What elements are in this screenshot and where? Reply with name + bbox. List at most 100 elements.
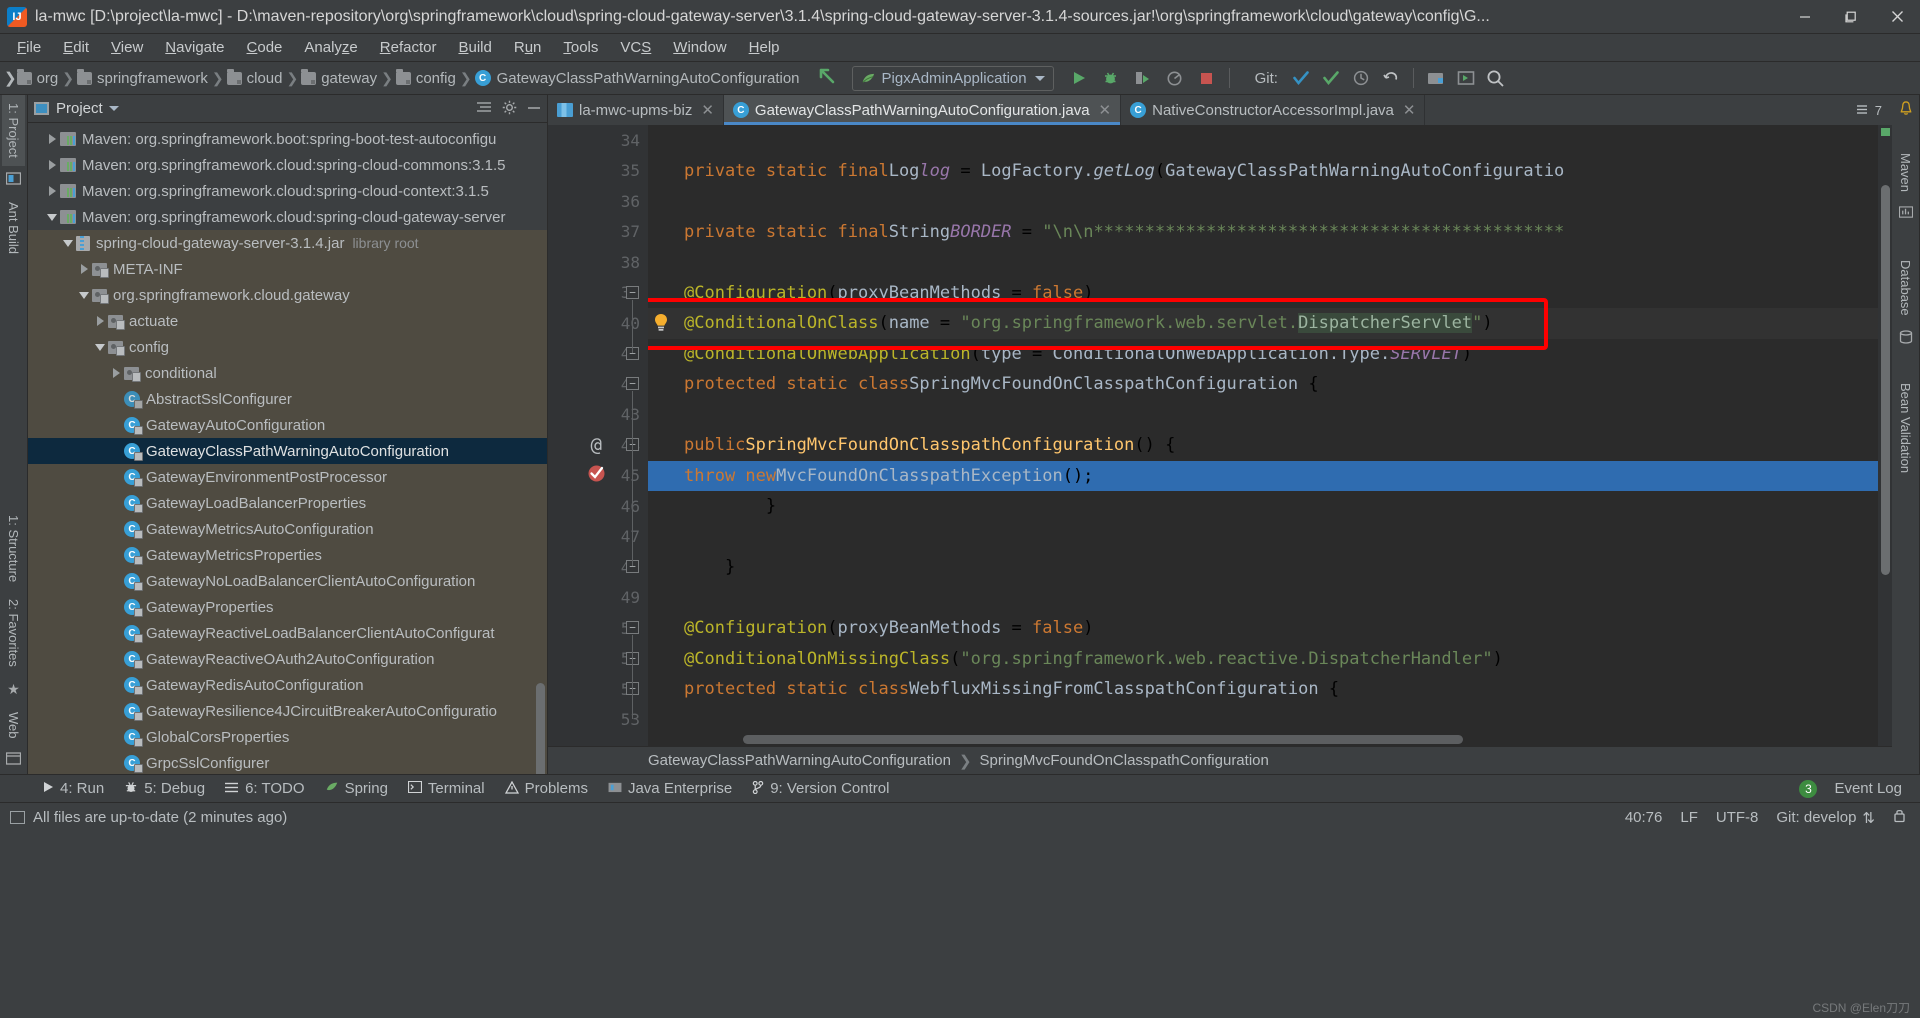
minimize-icon[interactable] — [527, 101, 541, 117]
editor-gutter[interactable]: 343536373839−4041−42−4344@−45464748−4950… — [548, 125, 648, 746]
chevron-down-icon[interactable] — [60, 239, 76, 247]
code-line[interactable]: protected static class SpringMvcFoundOnC… — [648, 369, 1878, 400]
green-back-arrow-icon[interactable] — [816, 65, 838, 91]
editor-tab-gateway-classpath-warning[interactable]: C GatewayClassPathWarningAutoConfigurati… — [723, 95, 1122, 125]
tree-item-class[interactable]: C GatewayEnvironmentPostProcessor — [28, 464, 547, 490]
code-line[interactable]: throw new MvcFoundOnClasspathException()… — [648, 460, 1878, 491]
tree-item[interactable]: org.springframework.cloud.gateway — [28, 282, 547, 308]
chevron-down-icon[interactable] — [44, 213, 60, 221]
toolwindow-debug[interactable]: 5: Debug — [114, 778, 215, 799]
code-breadcrumb-inner-class[interactable]: SpringMvcFoundOnClasspathConfiguration — [980, 752, 1269, 769]
project-tree-scrollbar[interactable] — [536, 683, 545, 774]
editor-horizontal-scrollbar[interactable] — [743, 735, 1463, 744]
chevron-down-icon[interactable] — [76, 291, 92, 299]
code-line[interactable] — [648, 186, 1878, 217]
run-button[interactable] — [1064, 64, 1094, 92]
chevron-right-icon[interactable] — [44, 160, 60, 170]
tree-item-class[interactable]: C GatewayProperties — [28, 594, 547, 620]
code-line[interactable] — [648, 583, 1878, 614]
code-fold-toggle[interactable]: − — [626, 377, 639, 390]
select-run-target-button[interactable] — [1451, 64, 1481, 92]
toolwindow-event-log[interactable]: Event Log — [1824, 778, 1912, 799]
tree-item-class[interactable]: C GatewayNoLoadBalancerClientAutoConfigur… — [28, 568, 547, 594]
line-separator[interactable]: LF — [1680, 809, 1698, 826]
sidebar-item-favorites[interactable]: 2: Favorites — [2, 591, 25, 675]
editor-tab-native-constructor-accessor[interactable]: C NativeConstructorAccessorImpl.java ✕ — [1121, 95, 1426, 125]
gutter-line[interactable]: 53 — [548, 705, 648, 736]
tree-item-class[interactable]: C GatewayRedisAutoConfiguration — [28, 672, 547, 698]
git-update-project-button[interactable] — [1286, 64, 1316, 92]
code-line[interactable]: private static final Log log = LogFactor… — [648, 156, 1878, 187]
code-line[interactable]: @Configuration(proxyBeanMethods = false) — [648, 278, 1878, 309]
code-fold-toggle[interactable]: − — [626, 621, 639, 634]
sidebar-item-bean-validation[interactable]: Bean Validation — [1894, 375, 1917, 481]
gutter-line[interactable]: 49 — [548, 583, 648, 614]
menu-navigate[interactable]: Navigate — [154, 36, 235, 59]
tree-item[interactable]: Maven: org.springframework.cloud:spring-… — [28, 152, 547, 178]
search-everywhere-button[interactable] — [1481, 64, 1511, 92]
tree-item-class[interactable]: C GatewayAutoConfiguration — [28, 412, 547, 438]
tree-item-class[interactable]: C GatewayReactiveLoadBalancerClientAutoCo… — [28, 620, 547, 646]
breadcrumb-item-org[interactable]: org ❯ — [16, 68, 77, 87]
menu-run[interactable]: Run — [503, 36, 553, 59]
menu-edit[interactable]: Edit — [52, 36, 100, 59]
gutter-line[interactable]: 37 — [548, 217, 648, 248]
maximize-button[interactable] — [1828, 0, 1874, 34]
chevron-right-icon[interactable] — [76, 264, 92, 274]
editor-marker-bar[interactable] — [1878, 125, 1892, 746]
file-encoding[interactable]: UTF-8 — [1716, 809, 1759, 826]
menu-build[interactable]: Build — [447, 36, 502, 59]
gutter-line[interactable]: 45 — [548, 461, 648, 492]
menu-tools[interactable]: Tools — [552, 36, 609, 59]
tree-item-class[interactable]: C GatewayLoadBalancerProperties — [28, 490, 547, 516]
code-breadcrumb-class[interactable]: GatewayClassPathWarningAutoConfiguration — [648, 752, 951, 769]
code-line[interactable]: protected static class WebfluxMissingFro… — [648, 674, 1878, 705]
git-history-button[interactable] — [1346, 64, 1376, 92]
editor-tab-la-mwc-upms-biz[interactable]: la-mwc-upms-biz ✕ — [548, 95, 724, 125]
breadcrumb-item-config[interactable]: config ❯ — [395, 68, 475, 87]
code-line[interactable] — [648, 247, 1878, 278]
run-configuration-selector[interactable]: PigxAdminApplication — [851, 65, 1054, 91]
chevron-right-icon[interactable] — [108, 368, 124, 378]
tree-item-class[interactable]: C GlobalCorsProperties — [28, 724, 547, 750]
project-tree[interactable]: Maven: org.springframework.boot:spring-b… — [28, 123, 547, 774]
sidebar-item-database[interactable]: Database — [1894, 252, 1917, 324]
code-line[interactable]: public SpringMvcFoundOnClasspathConfigur… — [648, 430, 1878, 461]
menu-help[interactable]: Help — [738, 36, 791, 59]
code-line[interactable]: private static final String BORDER = "\n… — [648, 217, 1878, 248]
notifications-icon[interactable] — [1899, 101, 1913, 119]
toolwindow-java-enterprise[interactable]: Java Enterprise — [598, 778, 742, 799]
tree-item[interactable]: META-INF — [28, 256, 547, 282]
code-line[interactable] — [648, 125, 1878, 156]
chevron-down-icon[interactable] — [92, 343, 108, 351]
tree-item[interactable]: config — [28, 334, 547, 360]
code-area[interactable]: private static final Log log = LogFactor… — [648, 125, 1878, 746]
sidebar-item-project[interactable]: 1: Project — [2, 95, 25, 166]
toolwindow-run[interactable]: 4: Run — [32, 778, 114, 799]
toolwindow-terminal[interactable]: Terminal — [398, 778, 495, 799]
profiler-button[interactable] — [1160, 64, 1190, 92]
gutter-line[interactable]: 38 — [548, 247, 648, 278]
close-icon[interactable]: ✕ — [701, 101, 714, 119]
tree-item-class[interactable]: C GatewayClassPathWarningAutoConfiguratio… — [28, 438, 547, 464]
git-commit-button[interactable] — [1316, 64, 1346, 92]
git-branch-widget[interactable]: Git: develop ⇅ — [1776, 809, 1875, 827]
breadcrumb-item-springframework[interactable]: springframework ❯ — [77, 68, 227, 87]
gutter-line[interactable]: 43 — [548, 400, 648, 431]
gutter-line[interactable]: 34 — [548, 125, 648, 156]
chevron-down-icon[interactable] — [108, 106, 119, 111]
tree-item[interactable]: Maven: org.springframework.cloud:spring-… — [28, 204, 547, 230]
tree-item-class[interactable]: C GatewayResilience4JCircuitBreakerAutoCo… — [28, 698, 547, 724]
menu-analyze[interactable]: Analyze — [293, 36, 368, 59]
project-structure-button[interactable] — [1421, 64, 1451, 92]
toolwindow-spring[interactable]: Spring — [315, 778, 398, 799]
code-line[interactable]: } — [648, 552, 1878, 583]
tree-item-class[interactable]: C GatewayMetricsProperties — [28, 542, 547, 568]
code-line[interactable]: @ConditionalOnClass(name = "org.springfr… — [648, 308, 1878, 339]
code-line[interactable] — [648, 400, 1878, 431]
sidebar-item-maven[interactable]: Maven — [1894, 145, 1917, 200]
breadcrumb-item-class[interactable]: C GatewayClassPathWarningAutoConfigurati… — [474, 70, 800, 87]
sidebar-item-ant-build[interactable]: Ant Build — [2, 194, 25, 262]
gutter-line[interactable]: 47 — [548, 522, 648, 553]
tree-item[interactable]: Maven: org.springframework.cloud:spring-… — [28, 178, 547, 204]
